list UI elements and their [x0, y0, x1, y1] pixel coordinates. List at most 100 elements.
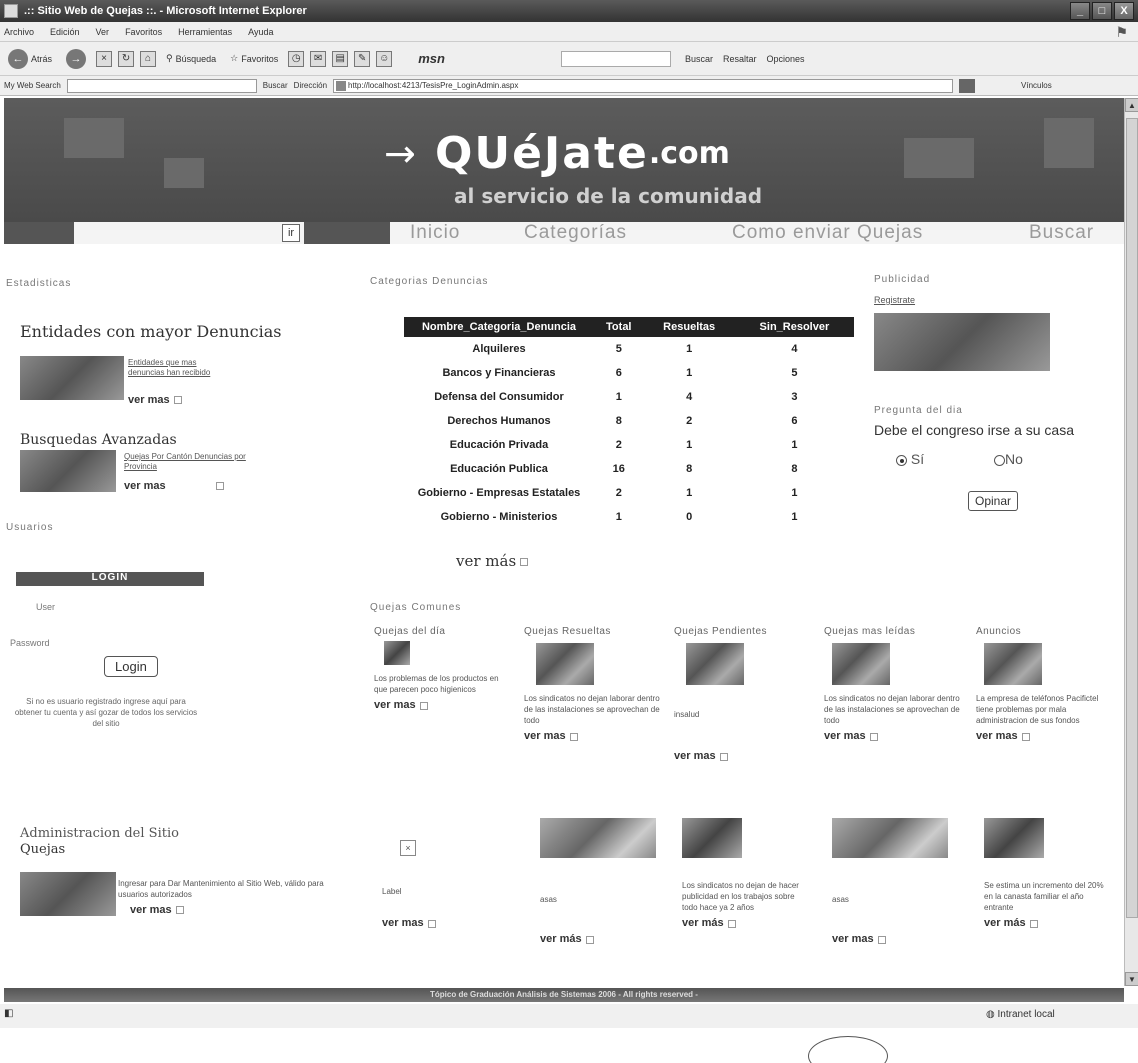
card-image[interactable]: [832, 818, 948, 858]
ver-mas-link[interactable]: ver mas: [524, 730, 566, 742]
cell-name: Alquileres: [472, 343, 526, 355]
menu-herramientas[interactable]: Herramientas: [178, 27, 232, 37]
card-text: La empresa de teléfonos Pacifictel tiene…: [976, 694, 1099, 725]
ver-mas-link[interactable]: ver mas: [124, 480, 166, 492]
msn-search-input[interactable]: [560, 50, 671, 67]
scroll-up-icon[interactable]: ▲: [1125, 98, 1138, 112]
forward-button[interactable]: →: [62, 47, 90, 71]
queja-card-row2-4: asas ver mas: [832, 818, 972, 945]
favorites-button[interactable]: ☆ Favoritos: [226, 51, 282, 66]
minimize-button[interactable]: _: [1070, 2, 1090, 20]
nav-categorias[interactable]: Categorías: [524, 222, 627, 244]
ver-mas-link[interactable]: ver más: [540, 933, 582, 945]
menu-ver[interactable]: Ver: [96, 27, 110, 37]
entidades-link[interactable]: Entidades que mas denuncias han recibido: [128, 358, 218, 378]
ver-mas-link[interactable]: ver mas: [128, 394, 170, 406]
resaltar-button[interactable]: Resaltar: [723, 54, 757, 64]
menu-edicion[interactable]: Edición: [50, 27, 80, 37]
menu-archivo[interactable]: Archivo: [4, 27, 34, 37]
card-text: Los problemas de los productos en que pa…: [374, 674, 499, 694]
publicidad-image[interactable]: [874, 313, 1050, 371]
ir-button[interactable]: ir: [282, 224, 300, 242]
card-image[interactable]: [682, 818, 742, 858]
option-no-label: No: [1005, 451, 1023, 467]
registrate-link[interactable]: Registrate: [874, 295, 1114, 305]
scroll-thumb[interactable]: [1126, 118, 1138, 918]
go-button[interactable]: [959, 78, 976, 93]
ver-mas-link[interactable]: ver más: [456, 552, 516, 570]
cell-total: 8: [615, 415, 622, 427]
cell-total: 1: [615, 511, 622, 523]
print-icon[interactable]: ▤: [332, 50, 349, 67]
ver-mas-link[interactable]: ver más: [682, 917, 724, 929]
nav-inicio[interactable]: Inicio: [410, 222, 460, 244]
card-image[interactable]: [984, 643, 1042, 685]
web-search-input[interactable]: [66, 78, 257, 93]
history-icon[interactable]: ◷: [288, 50, 305, 67]
poll-option-si[interactable]: Sí: [896, 451, 924, 467]
poll-option-no[interactable]: No: [994, 451, 1023, 467]
admin-ver-mas[interactable]: ver mas: [130, 904, 184, 916]
opinar-button[interactable]: Opinar: [968, 491, 1019, 511]
web-search-buscar-button[interactable]: Buscar: [263, 81, 288, 90]
entidades-ver-mas[interactable]: ver mas: [128, 394, 182, 406]
scroll-down-icon[interactable]: ▼: [1125, 972, 1138, 986]
ver-mas-link[interactable]: ver mas: [832, 933, 874, 945]
categorias-ver-mas[interactable]: ver más: [456, 552, 529, 570]
table-row: Educación Privada 2 1 1: [404, 433, 854, 457]
cell-sin-resolver: 6: [791, 415, 798, 427]
radio-icon[interactable]: [994, 454, 1005, 466]
busquedas-link[interactable]: Quejas Por Cantón Denuncias por Provinci…: [124, 452, 254, 472]
user-input[interactable]: [76, 600, 196, 614]
nav-buscar[interactable]: Buscar: [1029, 222, 1094, 244]
stop-icon[interactable]: ×: [96, 50, 113, 67]
cell-resueltas: 8: [686, 463, 693, 475]
url-field[interactable]: http://localhost:4213/TesisPre_LoginAdmi…: [333, 78, 954, 93]
menu-favoritos[interactable]: Favoritos: [125, 27, 162, 37]
cell-total: 16: [612, 463, 625, 475]
msn-buscar-button[interactable]: Buscar: [685, 54, 713, 64]
radio-selected-icon[interactable]: [896, 454, 907, 466]
table-row: Gobierno - Empresas Estatales 2 1 1: [404, 481, 854, 505]
ver-mas-link[interactable]: ver mas: [674, 750, 716, 762]
login-button[interactable]: Login: [104, 656, 158, 677]
logo-domain: .com: [648, 136, 730, 171]
link-icon: [569, 732, 578, 741]
close-button[interactable]: X: [1114, 2, 1134, 20]
user-label: User: [36, 602, 56, 612]
card-image[interactable]: [832, 643, 890, 685]
refresh-icon[interactable]: ↻: [118, 50, 135, 67]
ver-mas-link[interactable]: ver mas: [374, 699, 416, 711]
busquedas-ver-mas[interactable]: ver mas: [124, 480, 224, 492]
messenger-icon[interactable]: ☺: [376, 50, 393, 67]
card-image[interactable]: [536, 643, 594, 685]
ver-mas-link[interactable]: ver mas: [824, 730, 866, 742]
menu-ayuda[interactable]: Ayuda: [248, 27, 273, 37]
ver-mas-link[interactable]: ver mas: [130, 904, 172, 916]
maximize-button[interactable]: □: [1092, 2, 1112, 20]
window-controls: _ □ X: [1070, 2, 1134, 20]
password-input[interactable]: [76, 636, 196, 650]
home-icon[interactable]: ⌂: [140, 50, 157, 67]
nav-como-enviar[interactable]: Como enviar Quejas: [732, 222, 923, 244]
url-text: http://localhost:4213/TesisPre_LoginAdmi…: [348, 80, 519, 90]
back-button[interactable]: ← Atrás: [4, 47, 56, 71]
edit-icon[interactable]: ✎: [354, 50, 371, 67]
card-text: Label: [382, 887, 402, 896]
opciones-button[interactable]: Opciones: [767, 54, 805, 64]
card-image[interactable]: [384, 641, 410, 665]
card-image[interactable]: [984, 818, 1044, 858]
nav-search-box[interactable]: [4, 222, 74, 244]
register-text[interactable]: Si no es usuario registrado ingrese aquí…: [12, 696, 200, 729]
vinculos-label[interactable]: Vínculos: [1021, 81, 1052, 90]
card-image[interactable]: [686, 643, 744, 685]
ver-mas-link[interactable]: ver mas: [976, 730, 1018, 742]
ver-mas-link[interactable]: ver más: [984, 917, 1026, 929]
ver-mas-link[interactable]: ver mas: [382, 917, 424, 929]
vertical-scrollbar[interactable]: ▲ ▼: [1124, 98, 1138, 986]
search-button[interactable]: ⚲ Búsqueda: [162, 51, 220, 66]
card-image[interactable]: [540, 818, 656, 858]
site-logo[interactable]: → QUéJate.com: [384, 128, 730, 179]
mail-icon[interactable]: ✉: [310, 50, 327, 67]
cell-total: 1: [615, 391, 622, 403]
